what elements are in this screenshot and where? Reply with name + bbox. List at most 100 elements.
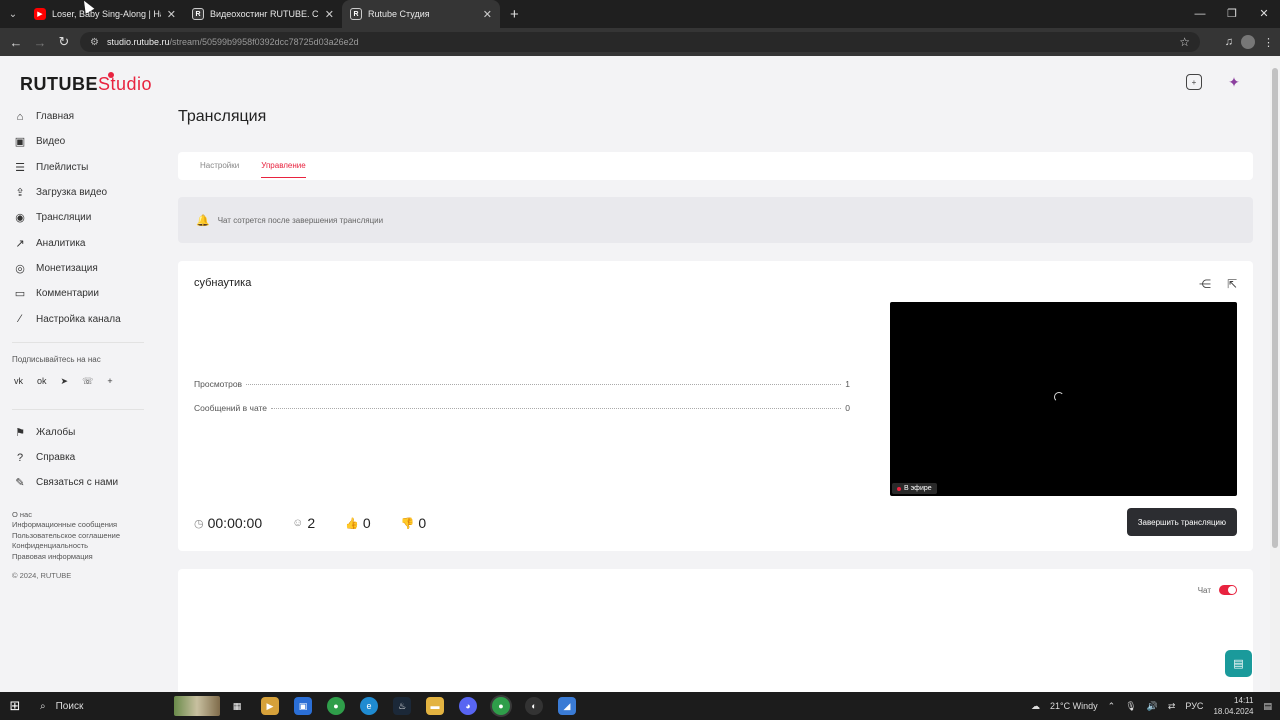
add-content-icon[interactable]: + — [1186, 74, 1202, 90]
support-chat-button[interactable]: ▤ — [1225, 650, 1252, 677]
sidebar-item-label: Плейлисты — [36, 161, 89, 173]
user-avatar-icon[interactable]: ✦ — [1224, 72, 1244, 92]
store-icon[interactable]: ▣ — [294, 697, 312, 715]
volume-icon[interactable]: 🔊 — [1147, 701, 1158, 712]
dislikes-value: 0 — [418, 515, 427, 531]
rutube-studio-logo[interactable]: RUTUBEStudio — [20, 72, 152, 95]
vk-icon[interactable]: vk — [14, 376, 23, 387]
share-icon[interactable]: ⋲ — [1199, 277, 1211, 291]
tab-title: Видеохостинг RUTUBE. Смотр — [210, 9, 319, 19]
url-field[interactable]: ⚙ studio.rutube.ru /stream/50599b9958f03… — [80, 32, 1200, 52]
sidebar-item-analytics[interactable]: ↗ Аналитика — [0, 230, 150, 255]
end-stream-button[interactable]: Завершить трансляцию — [1126, 508, 1237, 536]
page-scrollbar[interactable] — [1270, 56, 1280, 692]
sidebar-item-contact[interactable]: ✎ Связаться с нами — [0, 470, 150, 495]
chrome-active-icon[interactable]: ● — [492, 697, 510, 715]
telegram-icon[interactable]: ➤ — [61, 376, 69, 387]
url-path: /stream/50599b9958f0392dcc78725d03a26e2d — [169, 37, 359, 47]
clock-icon: ◷ — [194, 517, 204, 530]
footer-link-privacy[interactable]: Конфиденциальность — [12, 541, 150, 552]
show-hidden-icons-icon[interactable]: ⌃ — [1108, 701, 1116, 712]
address-bar-row: ← → ↻ ⚙ studio.rutube.ru /stream/50599b9… — [0, 28, 1280, 56]
media-control-icon[interactable]: ♫ — [1225, 36, 1233, 48]
sidebar-item-complaints[interactable]: ⚑ Жалобы — [0, 420, 150, 445]
viber-icon[interactable]: ☏ — [82, 376, 93, 387]
wand-icon: ⁄ — [19, 313, 21, 326]
sidebar-item-monetization[interactable]: ◎ Монетизация — [0, 256, 150, 281]
browser-tab-bar: ⌄ ▶ Loser, Baby Sing-Along | Hazbi ✕ R В… — [0, 0, 1280, 28]
video-preview[interactable]: В эфире — [890, 302, 1237, 496]
chat-toggle-row: Чат — [1198, 585, 1237, 595]
loading-spinner-icon — [1054, 392, 1064, 402]
profile-avatar-icon[interactable] — [1241, 35, 1255, 49]
sidebar-item-upload[interactable]: ⇪ Загрузка видео — [0, 180, 150, 205]
minimize-icon[interactable]: — — [1184, 0, 1216, 28]
tab-management[interactable]: Управление — [261, 152, 307, 180]
file-explorer-icon[interactable]: ▬ — [426, 697, 444, 715]
stat-label: Просмотров — [194, 379, 243, 389]
sidebar-item-label: Жалобы — [36, 426, 76, 438]
sidebar-item-help[interactable]: ? Справка — [0, 445, 150, 470]
media-player-icon[interactable]: ▶ — [261, 697, 279, 715]
sidebar-item-home[interactable]: ⌂ Главная — [0, 104, 150, 129]
edge-icon[interactable]: e — [360, 697, 378, 715]
sidebar-item-label: Связаться с нами — [36, 477, 119, 489]
footer-link-about[interactable]: О нас — [12, 510, 150, 521]
sidebar-item-comments[interactable]: ▭ Комментарии — [0, 281, 150, 306]
close-window-icon[interactable]: ✕ — [1248, 0, 1280, 28]
footer-link-terms[interactable]: Пользовательское соглашение — [12, 531, 150, 542]
footer-link-legal[interactable]: Правовая информация — [12, 552, 150, 563]
task-view-icon[interactable]: ▦ — [228, 697, 246, 715]
footer-link-news[interactable]: Информационные сообщения — [12, 520, 150, 531]
browser-tab-2[interactable]: R Видеохостинг RUTUBE. Смотр ✕ — [184, 0, 342, 28]
sidebar-item-channel-settings[interactable]: ⁄ Настройка канала — [0, 306, 150, 331]
thumbs-up-icon: 👍 — [345, 517, 359, 530]
weather-text[interactable]: 21°C Windy — [1050, 701, 1098, 711]
ok-icon[interactable]: ok — [37, 376, 47, 387]
close-tab-icon[interactable]: ✕ — [167, 8, 176, 21]
windows-start-icon[interactable]: ⊞ — [0, 698, 30, 714]
steam-icon[interactable]: ♨ — [393, 697, 411, 715]
tab-settings[interactable]: Настройки — [200, 152, 239, 180]
browser-menu-icon[interactable]: ⋮ — [1263, 36, 1274, 49]
sidebar-item-label: Настройка канала — [36, 313, 121, 325]
stat-label: Сообщений в чате — [194, 403, 268, 413]
browser-tab-1[interactable]: ▶ Loser, Baby Sing-Along | Hazbi ✕ — [26, 0, 184, 28]
sidebar-item-playlists[interactable]: ☰ Плейлисты — [0, 155, 150, 180]
forward-icon[interactable]: → — [28, 35, 52, 50]
sidebar-divider — [12, 408, 144, 410]
notifications-icon[interactable]: ▤ — [1263, 701, 1272, 712]
microphone-icon[interactable]: 🎙 — [1125, 701, 1136, 712]
window-controls: — ❐ ✕ — [1184, 0, 1280, 28]
language-indicator[interactable]: РУС — [1185, 701, 1203, 711]
app-window-icon[interactable]: ◢ — [558, 697, 576, 715]
reload-icon[interactable]: ↻ — [52, 34, 76, 50]
browser-toolbar-right: ♫ ⋮ — [1225, 28, 1274, 56]
browser-tab-3[interactable]: R Rutube Студия ✕ — [342, 0, 500, 28]
taskbar-search[interactable]: ⌕ Поиск — [30, 692, 220, 720]
more-socials-icon[interactable]: + — [107, 376, 112, 387]
site-info-icon[interactable]: ⚙ — [90, 37, 99, 48]
chrome-icon[interactable]: ● — [327, 697, 345, 715]
sidebar-item-video[interactable]: ▣ Видео — [0, 129, 150, 154]
obs-icon[interactable]: ◐ — [525, 697, 543, 715]
back-icon[interactable]: ← — [4, 35, 28, 50]
scrollbar-thumb[interactable] — [1272, 68, 1278, 548]
maximize-icon[interactable]: ❐ — [1216, 0, 1248, 28]
studio-page: RUTUBEStudio + ✦ ⌂ Главная ▣ Видео ☰ Плейли… — [0, 56, 1270, 692]
clock[interactable]: 14:11 18.04.2024 — [1213, 695, 1253, 717]
close-tab-icon[interactable]: ✕ — [325, 8, 334, 21]
chat-toggle-switch[interactable] — [1219, 585, 1237, 595]
stream-stats: Просмотров 1 Сообщений в чате 0 — [194, 379, 850, 427]
sidebar-item-broadcasts[interactable]: ◉ Трансляции — [0, 205, 150, 230]
sidebar-item-label: Трансляции — [36, 212, 92, 224]
rutube-icon: R — [192, 8, 204, 20]
close-tab-icon[interactable]: ✕ — [483, 8, 492, 21]
open-external-icon[interactable]: ⇱ — [1227, 277, 1237, 291]
page-tabs: Настройки Управление — [178, 152, 1253, 180]
bookmark-star-icon[interactable]: ☆ — [1179, 35, 1190, 49]
new-tab-icon[interactable]: + — [510, 6, 519, 23]
discord-icon[interactable]: ◕ — [459, 697, 477, 715]
network-icon[interactable]: ⇄ — [1168, 701, 1176, 712]
tab-search-icon[interactable]: ⌄ — [0, 0, 26, 28]
